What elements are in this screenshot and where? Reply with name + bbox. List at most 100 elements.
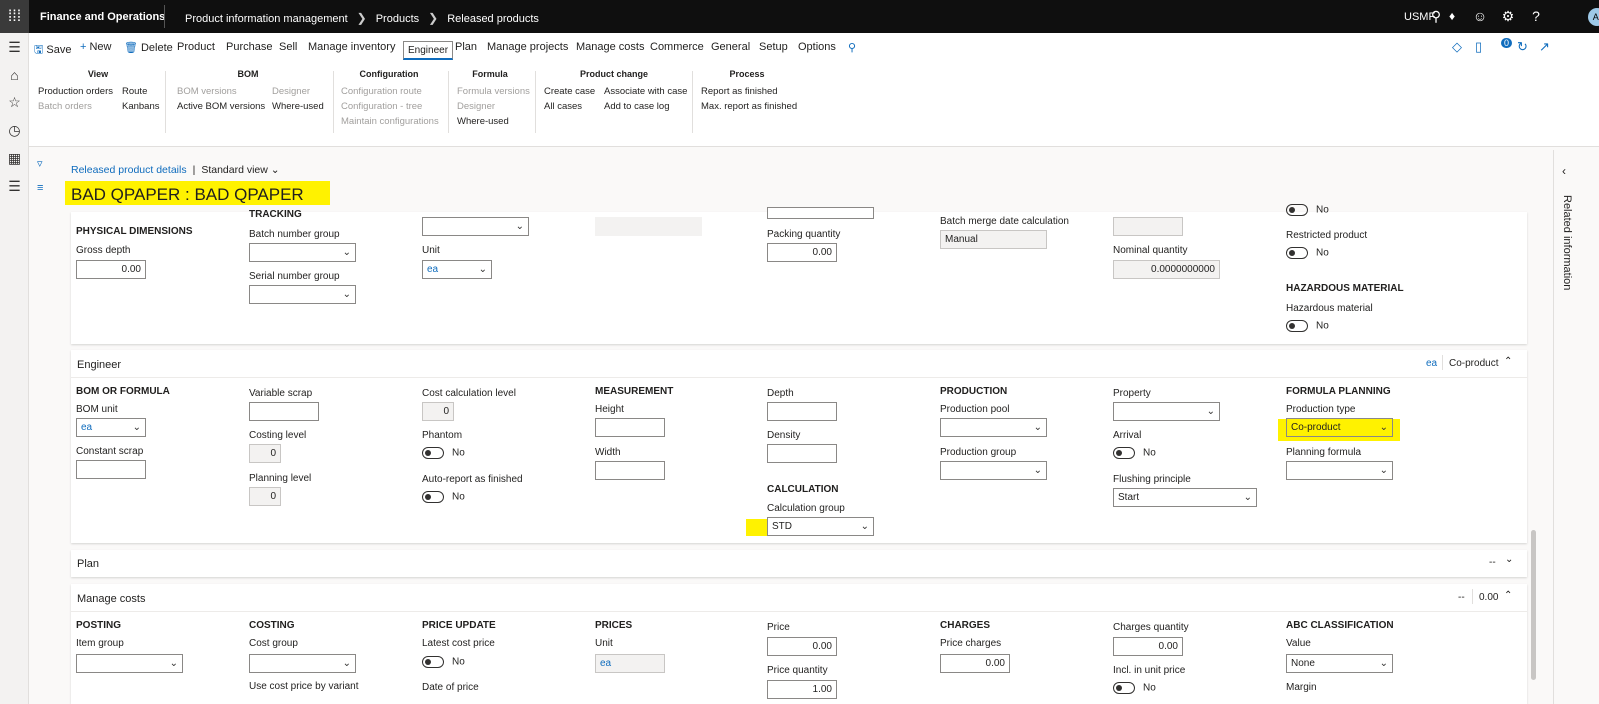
tab-setup[interactable]: Setup xyxy=(759,41,788,53)
height-input[interactable] xyxy=(595,418,665,437)
formula-versions-button[interactable]: Formula versions xyxy=(457,84,530,99)
price-input[interactable]: 0.00 xyxy=(767,637,837,656)
report-as-finished-button[interactable]: Report as finished xyxy=(701,84,797,99)
filter-icon[interactable]: ▿ xyxy=(37,157,43,170)
workspace-icon[interactable]: ▦ xyxy=(5,149,24,168)
price-quantity-input[interactable]: 1.00 xyxy=(767,680,837,699)
diamond-icon[interactable]: ◇ xyxy=(1452,39,1462,55)
modules-icon[interactable]: ☰ xyxy=(5,177,24,196)
related-information-label[interactable]: Related information xyxy=(1561,195,1573,290)
star-icon[interactable]: ☆ xyxy=(5,93,24,112)
help-icon[interactable]: ? xyxy=(1525,6,1547,26)
costing-level-input[interactable]: 0 xyxy=(249,444,281,463)
latest-cost-price-toggle[interactable]: No xyxy=(422,656,465,668)
prices-unit-field[interactable]: ea xyxy=(595,654,665,673)
designer-button[interactable]: Designer xyxy=(272,84,324,99)
active-bom-versions-button[interactable]: Active BOM versions xyxy=(177,99,265,114)
home-icon[interactable]: ⌂ xyxy=(5,66,24,85)
save-button[interactable]: 🖫 Save xyxy=(34,41,71,60)
plan-header[interactable]: Plan xyxy=(77,558,99,570)
item-group-select[interactable]: ⌄ xyxy=(76,654,183,673)
associate-with-case-button[interactable]: Associate with case xyxy=(604,84,687,99)
top-field[interactable] xyxy=(767,207,874,219)
delete-button[interactable]: 🗑 Delete xyxy=(124,41,173,54)
new-button[interactable]: + New xyxy=(80,41,111,53)
breadcrumb-item[interactable]: Released products xyxy=(447,13,539,25)
tab-product[interactable]: Product xyxy=(177,41,215,53)
arrival-toggle[interactable]: No xyxy=(1113,447,1156,459)
app-name[interactable]: Finance and Operations xyxy=(40,11,165,23)
phantom-toggle[interactable]: No xyxy=(422,447,465,459)
max-report-as-finished-button[interactable]: Max. report as finished xyxy=(701,99,797,114)
hazardous-material-toggle[interactable]: No xyxy=(1286,320,1329,332)
tab-general[interactable]: General xyxy=(711,41,750,53)
tab-commerce[interactable]: Commerce xyxy=(650,41,704,53)
smiley-icon[interactable]: ☺ xyxy=(1469,6,1491,26)
vertical-scrollbar[interactable] xyxy=(1531,530,1536,680)
breadcrumb-item[interactable]: Product information management xyxy=(185,13,348,25)
top-toggle[interactable]: No xyxy=(1286,204,1329,216)
view-selector[interactable]: Standard view ⌄ xyxy=(201,164,279,176)
breadcrumb-item[interactable]: Products xyxy=(376,13,419,25)
search-icon[interactable]: ⚲ xyxy=(848,41,856,54)
create-case-button[interactable]: Create case xyxy=(544,84,595,99)
tab-options[interactable]: Options xyxy=(798,41,836,53)
batch-number-group-select[interactable]: ⌄ xyxy=(249,243,356,262)
serial-number-group-select[interactable]: ⌄ xyxy=(249,285,356,304)
tab-manage-projects[interactable]: Manage projects xyxy=(487,41,568,53)
route-button[interactable]: Route xyxy=(122,84,160,99)
notification-badge[interactable]: 0 xyxy=(1501,38,1513,48)
configuration-route-button[interactable]: Configuration route xyxy=(341,84,439,99)
configuration-tree-button[interactable]: Configuration - tree xyxy=(341,99,439,114)
cost-group-select[interactable]: ⌄ xyxy=(249,654,356,673)
bell-icon[interactable]: ♦ xyxy=(1441,6,1463,26)
calculation-group-select[interactable]: STD ⌄ xyxy=(767,517,874,536)
manage-costs-header[interactable]: Manage costs xyxy=(77,593,145,605)
clock-icon[interactable]: ◷ xyxy=(5,121,24,140)
chevron-up-icon[interactable]: ⌃ xyxy=(1504,356,1512,367)
top-select[interactable]: ⌄ xyxy=(422,217,529,236)
open-new-window-icon[interactable]: ↗ xyxy=(1539,39,1550,55)
tab-manage-costs[interactable]: Manage costs xyxy=(576,41,644,53)
production-group-select[interactable]: ⌄ xyxy=(940,461,1047,480)
tab-purchase[interactable]: Purchase xyxy=(226,41,272,53)
price-charges-input[interactable]: 0.00 xyxy=(940,654,1010,673)
production-orders-button[interactable]: Production orders xyxy=(38,84,113,99)
tab-plan[interactable]: Plan xyxy=(455,41,477,53)
chevron-down-icon[interactable]: ⌄ xyxy=(1505,554,1513,565)
tab-sell[interactable]: Sell xyxy=(279,41,297,53)
planning-formula-select[interactable]: ⌄ xyxy=(1286,461,1393,480)
charges-quantity-input[interactable]: 0.00 xyxy=(1113,637,1183,656)
gear-icon[interactable]: ⚙ xyxy=(1497,6,1519,26)
nominal-quantity-input[interactable]: 0.0000000000 xyxy=(1113,260,1220,279)
property-select[interactable]: ⌄ xyxy=(1113,402,1220,421)
variable-scrap-input[interactable] xyxy=(249,402,319,421)
released-product-details-link[interactable]: Released product details xyxy=(71,164,187,176)
tab-engineer[interactable]: Engineer xyxy=(403,41,454,60)
auto-report-toggle[interactable]: No xyxy=(422,491,465,503)
cost-calculation-level-input[interactable]: 0 xyxy=(422,402,454,421)
flushing-principle-select[interactable]: Start ⌄ xyxy=(1113,488,1257,507)
maintain-configurations-button[interactable]: Maintain configurations xyxy=(341,114,439,129)
batch-merge-select[interactable]: Manual xyxy=(940,230,1047,249)
density-input[interactable] xyxy=(767,444,837,463)
chevron-left-icon[interactable]: ‹ xyxy=(1562,164,1566,178)
incl-unit-price-toggle[interactable]: No xyxy=(1113,682,1156,694)
tab-manage-inventory[interactable]: Manage inventory xyxy=(308,41,395,53)
bom-versions-button[interactable]: BOM versions xyxy=(177,84,265,99)
chevron-up-icon[interactable]: ⌃ xyxy=(1504,590,1512,601)
depth-input[interactable] xyxy=(767,402,837,421)
formula-where-used-button[interactable]: Where-used xyxy=(457,114,530,129)
hamburger-icon[interactable]: ☰ xyxy=(5,38,24,57)
where-used-button[interactable]: Where-used xyxy=(272,99,324,114)
engineer-header[interactable]: Engineer xyxy=(77,359,121,371)
bom-unit-select[interactable]: ea ⌄ xyxy=(76,418,146,437)
kanbans-button[interactable]: Kanbans xyxy=(122,99,160,114)
batch-orders-button[interactable]: Batch orders xyxy=(38,99,113,114)
constant-scrap-input[interactable] xyxy=(76,460,146,479)
packing-quantity-input[interactable]: 0.00 xyxy=(767,243,837,262)
refresh-icon[interactable]: ↻ xyxy=(1517,39,1528,55)
add-to-case-log-button[interactable]: Add to case log xyxy=(604,99,687,114)
width-input[interactable] xyxy=(595,461,665,480)
app-launcher-icon[interactable]: ⁞⁞⁞ xyxy=(0,0,29,33)
